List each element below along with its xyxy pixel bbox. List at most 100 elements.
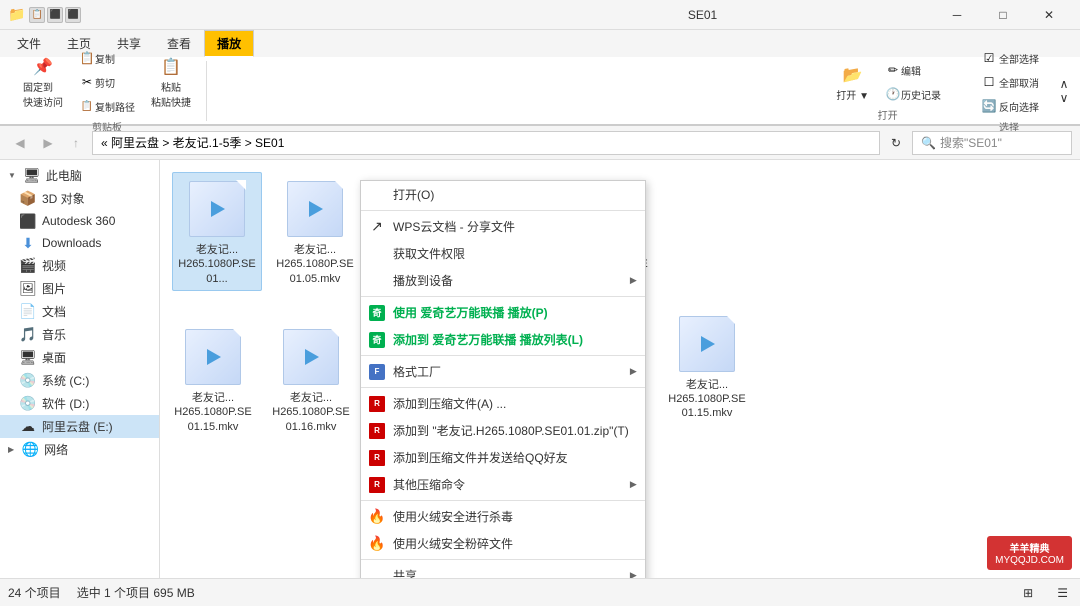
sidebar-label-edrive: 阿里云盘 (E:) <box>42 418 113 435</box>
sidebar-label-autodesk: Autodesk 360 <box>42 214 115 228</box>
tab-play[interactable]: 播放 <box>204 30 254 57</box>
file-item-1[interactable]: 老友记...H265.1080P.SE01... <box>172 172 262 291</box>
close-button[interactable]: ✕ <box>1026 0 1072 30</box>
maximize-button[interactable]: □ <box>980 0 1026 30</box>
sidebar-label-ddrive: 软件 (D:) <box>42 395 89 412</box>
pin-button[interactable]: 📌 固定到快速访问 <box>16 52 70 112</box>
file-item-6[interactable]: 老友记...H265.1080P.SE01.15.mkv <box>662 307 752 426</box>
menu-iqiyi-play[interactable]: 奇 使用 爱奇艺万能联播 播放(P) <box>361 299 645 326</box>
nav-up-button[interactable]: ↑ <box>64 131 88 155</box>
menu-add-and-send-qq[interactable]: R 添加到压缩文件并发送给QQ好友 <box>361 444 645 471</box>
menu-fire-scan[interactable]: 🔥 使用火绒安全进行杀毒 <box>361 503 645 530</box>
pin-label: 固定到快速访问 <box>23 79 63 109</box>
menu-add-to-zip[interactable]: R 添加到压缩文件(A) ... <box>361 390 645 417</box>
sidebar-item-documents[interactable]: 📄 文档 <box>0 300 159 323</box>
sidebar-item-e-drive[interactable]: ☁ 阿里云盘 (E:) <box>0 415 159 438</box>
sidebar-item-desktop[interactable]: 🖥 桌面 <box>0 346 159 369</box>
cut-button[interactable]: ✂ 剪切 <box>74 71 140 93</box>
file-item-7[interactable]: 老友记...H265.1080P.SE01.15.mkv <box>168 320 258 439</box>
tab-view[interactable]: 查看 <box>154 30 204 57</box>
ribbon-right-groups: 📂 打开 ▼ ✏ 编辑 🕐 历史记录 打开 <box>207 61 1056 121</box>
file-item-8[interactable]: 老友记...H265.1080P.SE01.16.mkv <box>266 320 356 439</box>
file-icon-1 <box>185 177 249 241</box>
fire2-icon: 🔥 <box>369 536 385 552</box>
winrar1-icon: R <box>369 396 385 412</box>
file-item-2[interactable]: 老友记...H265.1080P.SE01.05.mkv <box>270 172 360 291</box>
address-box[interactable]: « 阿里云盘 > 老友记.1-5季 > SE01 <box>92 131 880 155</box>
menu-share[interactable]: 共享 <box>361 562 645 578</box>
play-icon-2 <box>309 201 323 217</box>
window-title: SE01 <box>471 8 934 22</box>
file-area: 老友记...H265.1080P.SE01... 老友记...H265.1080… <box>160 160 1080 578</box>
clipboard-actions: 📌 固定到快速访问 📋 复制 ✂ 剪切 📋 复制路径 <box>16 47 198 117</box>
invert-button[interactable]: 🔄 反向选择 <box>970 95 1048 117</box>
file-row-2: 老友记...H265.1080P.SE01.15.mkv 老友记...H265.… <box>168 320 356 439</box>
window-icon: 📁 <box>8 6 25 23</box>
open-button[interactable]: 📂 打开 ▼ <box>829 60 876 105</box>
menu-format-factory[interactable]: F 格式工厂 <box>361 358 645 385</box>
deselect-all-button[interactable]: ☐ 全部取消 <box>970 71 1048 93</box>
menu-fire-shred[interactable]: 🔥 使用火绒安全粉碎文件 <box>361 530 645 557</box>
sep2 <box>361 296 645 297</box>
open-icon: 📂 <box>841 63 865 87</box>
menu-wps-share[interactable]: ↗ WPS云文档 - 分享文件 <box>361 213 645 240</box>
window-controls: ─ □ ✕ <box>934 0 1072 30</box>
cut-label: 剪切 <box>95 75 115 90</box>
tab-home[interactable]: 主页 <box>54 30 104 57</box>
select-all-button[interactable]: ☑ 全部选择 <box>970 47 1048 69</box>
edit-icon: ✏ <box>885 62 901 78</box>
sidebar-item-videos[interactable]: 🎬 视频 <box>0 254 159 277</box>
menu-play-to-device[interactable]: 播放到设备 <box>361 267 645 294</box>
paste-shortcut-label: 粘贴快捷 <box>151 94 191 109</box>
history-icon: 🕐 <box>885 86 901 102</box>
search-placeholder: 搜索"SE01" <box>940 134 1002 151</box>
sidebar-item-d-drive[interactable]: 💿 软件 (D:) <box>0 392 159 415</box>
play-icon-7 <box>207 349 221 365</box>
status-bar: 24 个项目 选中 1 个项目 695 MB ⊞ ☰ <box>0 578 1080 606</box>
nav-forward-button[interactable]: ▶ <box>36 131 60 155</box>
edit-label: 编辑 <box>901 63 921 78</box>
view-list-button[interactable]: ☰ <box>1053 584 1072 602</box>
menu-iqiyi-add[interactable]: 奇 添加到 爱奇艺万能联播 播放列表(L) <box>361 326 645 353</box>
thispc-icon: 🖥 <box>24 168 40 184</box>
sidebar-item-autodesk[interactable]: ⬛ Autodesk 360 <box>0 210 159 232</box>
menu-get-permission[interactable]: 获取文件权限 <box>361 240 645 267</box>
copy-path-button[interactable]: 📋 复制路径 <box>74 95 140 117</box>
menu-open[interactable]: 打开(O) <box>361 181 645 208</box>
tab-file[interactable]: 文件 <box>4 30 54 57</box>
nav-back-button[interactable]: ◀ <box>8 131 32 155</box>
sidebar-item-pictures[interactable]: 🖼 图片 <box>0 277 159 300</box>
titlebar-icon3: ⬛ <box>65 7 81 23</box>
music-icon: 🎵 <box>20 327 36 343</box>
paste-button[interactable]: 📋 粘贴 粘贴快捷 <box>144 52 198 112</box>
menu-more-compress[interactable]: R 其他压缩命令 <box>361 471 645 498</box>
sidebar-item-network[interactable]: ▶ 🌐 网络 <box>0 438 159 461</box>
view-large-icon-button[interactable]: ⊞ <box>1019 584 1037 602</box>
ribbon-group-open: 📂 打开 ▼ ✏ 编辑 🕐 历史记录 打开 <box>821 61 954 121</box>
search-box[interactable]: 🔍 搜索"SE01" <box>912 131 1072 155</box>
deselect-icon: ☐ <box>979 74 999 90</box>
tab-share[interactable]: 共享 <box>104 30 154 57</box>
ribbon-group-clipboard: 📌 固定到快速访问 📋 复制 ✂ 剪切 📋 复制路径 <box>8 61 207 121</box>
minimize-button[interactable]: ─ <box>934 0 980 30</box>
play-icon-8 <box>305 349 319 365</box>
ribbon-scroll-btn[interactable]: ∧∨ <box>1056 77 1072 105</box>
search-icon: 🔍 <box>921 136 936 150</box>
sidebar-label-downloads: Downloads <box>42 236 101 250</box>
ddrive-icon: 💿 <box>20 396 36 412</box>
winrar3-icon: R <box>369 450 385 466</box>
refresh-button[interactable]: ↻ <box>884 131 908 155</box>
downloads-icon: ⬇ <box>20 235 36 251</box>
sidebar-item-music[interactable]: 🎵 音乐 <box>0 323 159 346</box>
menu-add-to-named-zip[interactable]: R 添加到 "老友记.H265.1080P.SE01.01.zip"(T) <box>361 417 645 444</box>
history-button[interactable]: 🕐 历史记录 <box>880 83 946 105</box>
sidebar-item-3dobjects[interactable]: 📦 3D 对象 <box>0 187 159 210</box>
sidebar-item-downloads[interactable]: ⬇ Downloads <box>0 232 159 254</box>
file-name-7: 老友记...H265.1080P.SE01.15.mkv <box>174 391 251 434</box>
sidebar-item-thispc[interactable]: ▼ 🖥 此电脑 <box>0 164 159 187</box>
sidebar-item-c-drive[interactable]: 💿 系统 (C:) <box>0 369 159 392</box>
edit-button[interactable]: ✏ 编辑 <box>880 59 946 81</box>
play-icon-6 <box>701 336 715 352</box>
paste-icon: 📋 <box>159 55 183 79</box>
sep3 <box>361 355 645 356</box>
